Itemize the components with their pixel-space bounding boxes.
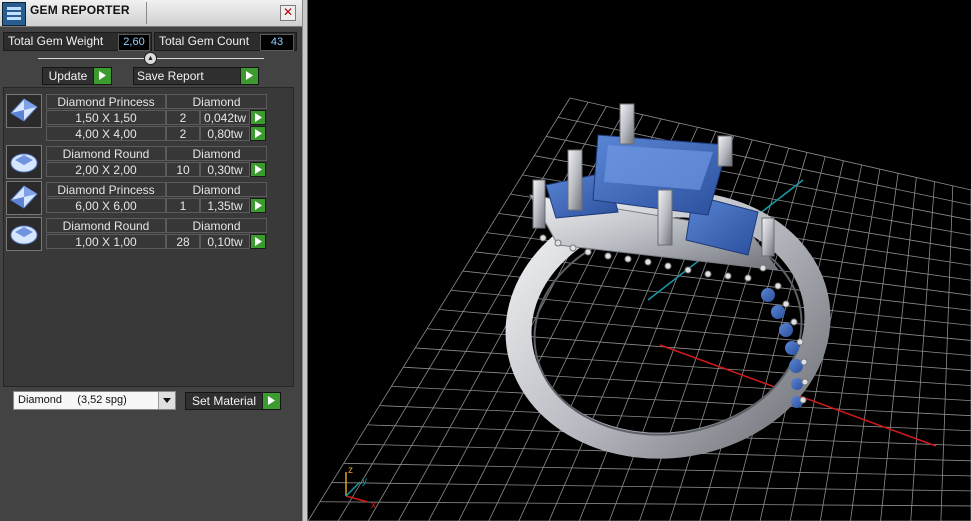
total-gem-weight-value: 2,60	[118, 34, 150, 51]
grid-line	[403, 366, 971, 402]
gem-weight: 0,80tw	[200, 126, 250, 141]
set-material-button[interactable]: Set Material	[185, 392, 281, 410]
viewport-canvas: z y x	[308, 97, 971, 521]
princess-gem-icon	[6, 94, 42, 128]
gem-count: 2	[166, 110, 200, 125]
gem-material: Diamond	[166, 146, 267, 161]
gem-weight: 0,042tw	[200, 110, 250, 125]
grid-line	[850, 173, 899, 521]
grid-line	[319, 501, 971, 507]
gem-count: 10	[166, 162, 200, 177]
set-material-button-label: Set Material	[191, 394, 257, 408]
gem-name: Diamond Round	[46, 146, 166, 161]
select-gem-button[interactable]	[250, 126, 266, 141]
green-play-icon	[93, 68, 111, 84]
3d-viewport[interactable]: z y x	[308, 0, 971, 521]
collapse-handle[interactable]: ▲	[144, 52, 157, 65]
round-gem-icon	[6, 217, 42, 251]
select-gem-button[interactable]	[250, 110, 266, 125]
total-gem-count-value: 43	[260, 34, 294, 51]
gem-name: Diamond Princess	[46, 182, 166, 197]
gem-name: Diamond Round	[46, 218, 166, 233]
window-title: GEM REPORTER	[30, 3, 130, 17]
grid-line	[343, 462, 971, 477]
update-button[interactable]: Update	[42, 67, 112, 85]
grid-line	[331, 482, 971, 492]
princess-gem-icon	[6, 181, 42, 215]
gem-size: 1,00 X 1,00	[46, 234, 166, 249]
gem-size: 1,50 X 1,50	[46, 110, 166, 125]
green-play-icon	[240, 68, 258, 84]
gem-material: Diamond	[166, 182, 267, 197]
center-stone-facet	[604, 145, 713, 190]
grid-line	[880, 177, 917, 521]
select-gem-button[interactable]	[250, 162, 266, 177]
gem-weight: 1,35tw	[200, 198, 250, 213]
gem-count: 2	[166, 126, 200, 141]
gem-weight: 0,10tw	[200, 234, 250, 249]
material-select[interactable]: Diamond (3,52 spg)	[13, 391, 176, 410]
axis-gizmo: z y x	[345, 465, 376, 511]
z-axis-label: z	[348, 465, 353, 476]
title-divider	[146, 2, 147, 24]
select-gem-button[interactable]	[250, 234, 266, 249]
gem-count: 28	[166, 234, 200, 249]
update-button-label: Update	[48, 69, 88, 83]
gem-material: Diamond	[166, 218, 267, 233]
total-gem-weight-label: Total Gem Weight	[8, 34, 104, 48]
save-report-button[interactable]: Save Report	[133, 67, 259, 85]
total-gem-count-box: Total Gem Count 43	[154, 32, 297, 51]
gem-name: Diamond Princess	[46, 94, 166, 109]
gem-size: 2,00 X 2,00	[46, 162, 166, 177]
close-button[interactable]: ✕	[280, 5, 296, 21]
grid-line	[910, 181, 935, 521]
title-bar: GEM REPORTER ✕	[0, 0, 302, 27]
gem-reporter-panel: GEM REPORTER ✕ Total Gem Weight 2,60 Tot…	[0, 0, 302, 521]
select-gem-button[interactable]	[250, 198, 266, 213]
total-gem-weight-box: Total Gem Weight 2,60	[3, 32, 152, 51]
x-axis-label: x	[371, 500, 376, 511]
round-gem-icon	[6, 145, 42, 179]
chevron-down-icon	[158, 392, 175, 409]
save-report-button-label: Save Report	[137, 69, 204, 83]
gem-size: 4,00 X 4,00	[46, 126, 166, 141]
y-axis-label: y	[362, 476, 367, 487]
grid-line	[391, 386, 971, 417]
app-icon	[2, 2, 26, 26]
material-select-value: Diamond (3,52 spg)	[18, 394, 127, 406]
gem-count: 1	[166, 198, 200, 213]
green-play-icon	[262, 393, 280, 409]
gem-size: 6,00 X 6,00	[46, 198, 166, 213]
gem-weight: 0,30tw	[200, 162, 250, 177]
grid-line	[415, 347, 971, 386]
total-gem-count-label: Total Gem Count	[159, 34, 250, 48]
gem-material: Diamond	[166, 94, 267, 109]
